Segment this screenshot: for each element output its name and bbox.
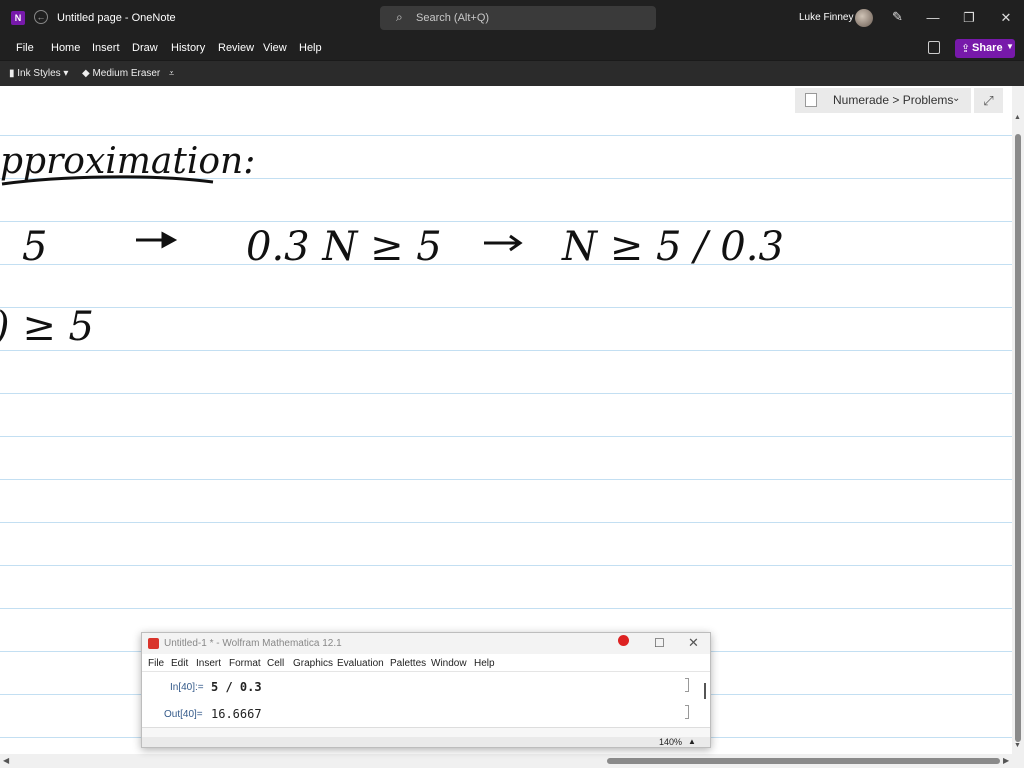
mathematica-window[interactable]: Untitled-1 * - Wolfram Mathematica 12.1 … bbox=[141, 632, 711, 748]
search-icon: ⌕ bbox=[396, 10, 403, 24]
chevron-down-icon: ⌄ bbox=[952, 93, 961, 104]
ink-arrow-2 bbox=[484, 234, 523, 252]
ribbon: ▮ Ink Styles ▾ ◆ Medium Eraser ⩡ bbox=[0, 60, 1024, 86]
close-icon[interactable]: ✕ bbox=[996, 8, 1016, 28]
mma-scrollbar[interactable] bbox=[704, 683, 706, 699]
mma-menu-edit[interactable]: Edit bbox=[171, 658, 188, 669]
zoom-level[interactable]: 140% bbox=[659, 737, 682, 747]
onenote-icon: N bbox=[11, 11, 25, 25]
avatar[interactable] bbox=[855, 9, 873, 27]
mma-menu-window[interactable]: Window bbox=[431, 658, 467, 669]
mathematica-title-bar[interactable]: Untitled-1 * - Wolfram Mathematica 12.1 … bbox=[142, 633, 710, 654]
ink-line2: ) ≥ 5 bbox=[0, 304, 94, 350]
ink-styles-label: Ink Styles bbox=[17, 68, 61, 79]
horizontal-scrollbar[interactable]: ◀ ▶ bbox=[0, 754, 1024, 768]
menu-insert[interactable]: Insert bbox=[92, 42, 120, 54]
minimize-icon[interactable]: — bbox=[923, 8, 943, 28]
notebook-icon bbox=[805, 93, 817, 107]
mma-menu-cell[interactable]: Cell bbox=[267, 658, 284, 669]
mma-menu-help[interactable]: Help bbox=[474, 658, 495, 669]
pen-icon[interactable]: ✎ bbox=[892, 9, 903, 25]
user-name[interactable]: Luke Finney bbox=[799, 12, 853, 23]
menu-file[interactable]: File bbox=[16, 42, 34, 54]
mma-menu-insert[interactable]: Insert bbox=[196, 658, 221, 669]
ink-arrow-1 bbox=[136, 231, 178, 249]
mathematica-icon bbox=[148, 638, 159, 649]
maximize-icon[interactable]: ☐ bbox=[654, 636, 665, 650]
expand-icon[interactable]: ⤢ bbox=[974, 88, 1003, 113]
ink-line1-mid: 0.3 N ≥ 5 bbox=[246, 224, 442, 270]
eraser-label: Medium Eraser bbox=[92, 68, 161, 79]
mma-menu-file[interactable]: File bbox=[148, 658, 164, 669]
mma-menu-palettes[interactable]: Palettes bbox=[390, 658, 426, 669]
zoom-menu-icon[interactable]: ▲ bbox=[688, 737, 696, 746]
search-placeholder: Search (Alt+Q) bbox=[416, 12, 490, 24]
share-icon: ⇪ bbox=[961, 43, 971, 55]
window-title: Untitled page - OneNote bbox=[57, 12, 176, 24]
mma-status-bar bbox=[142, 737, 710, 747]
menu-view[interactable]: View bbox=[263, 42, 287, 54]
title-bar: N ← Untitled page - OneNote ⌕ Search (Al… bbox=[0, 0, 1024, 36]
search-box[interactable]: ⌕ Search (Alt+Q) bbox=[380, 6, 656, 30]
scroll-right-icon[interactable]: ▶ bbox=[1003, 756, 1009, 765]
menu-help[interactable]: Help bbox=[299, 42, 322, 54]
menu-history[interactable]: History bbox=[171, 42, 205, 54]
layout-icon[interactable] bbox=[928, 41, 940, 54]
output-cell-bracket[interactable] bbox=[685, 705, 689, 719]
notebook-breadcrumb[interactable]: Numerade > Problems ⌄ bbox=[795, 88, 971, 113]
mma-menu-evaluation[interactable]: Evaluation bbox=[337, 658, 384, 669]
horizontal-scroll-thumb[interactable] bbox=[607, 758, 1000, 764]
scroll-up-icon[interactable]: ▲ bbox=[1014, 114, 1021, 121]
menu-review[interactable]: Review bbox=[218, 42, 254, 54]
scroll-left-icon[interactable]: ◀ bbox=[3, 756, 9, 765]
mma-menu-format[interactable]: Format bbox=[229, 658, 261, 669]
chevron-down-icon: ▼ bbox=[1006, 42, 1014, 51]
notebook-breadcrumb-label: Numerade > Problems bbox=[833, 93, 954, 107]
input-label: In[40]:= bbox=[170, 682, 204, 693]
input-expression[interactable]: 5 / 0.3 bbox=[211, 680, 262, 694]
more-icon[interactable]: ⩡ bbox=[169, 68, 174, 79]
ink-line1-left: 5 bbox=[22, 224, 47, 270]
scroll-down-icon[interactable]: ▼ bbox=[1014, 742, 1021, 749]
mathematica-title: Untitled-1 * - Wolfram Mathematica 12.1 bbox=[164, 638, 342, 649]
menu-bar: File Home Insert Draw History Review Vie… bbox=[0, 36, 1024, 60]
mma-menu-graphics[interactable]: Graphics bbox=[293, 658, 333, 669]
ink-styles-button[interactable]: ▮ Ink Styles ▾ bbox=[9, 68, 68, 79]
vertical-scrollbar[interactable]: ▲ ▼ bbox=[1012, 86, 1024, 754]
notification-icon[interactable] bbox=[618, 635, 629, 646]
eraser-button[interactable]: ◆ Medium Eraser bbox=[82, 68, 160, 79]
share-label: Share bbox=[972, 42, 1003, 54]
vertical-scroll-thumb[interactable] bbox=[1015, 134, 1021, 742]
output-label: Out[40]= bbox=[164, 709, 203, 720]
close-icon[interactable]: ✕ bbox=[688, 635, 699, 651]
back-icon[interactable]: ← bbox=[34, 10, 48, 24]
input-cell-bracket[interactable] bbox=[685, 678, 689, 692]
share-button[interactable]: ⇪ Share ▼ bbox=[955, 39, 1015, 58]
ink-line1-right: N ≥ 5 / 0.3 bbox=[561, 224, 784, 270]
restore-icon[interactable]: ❐ bbox=[959, 8, 979, 28]
output-value: 16.6667 bbox=[211, 707, 262, 721]
menu-draw[interactable]: Draw bbox=[132, 42, 158, 54]
menu-home[interactable]: Home bbox=[51, 42, 80, 54]
